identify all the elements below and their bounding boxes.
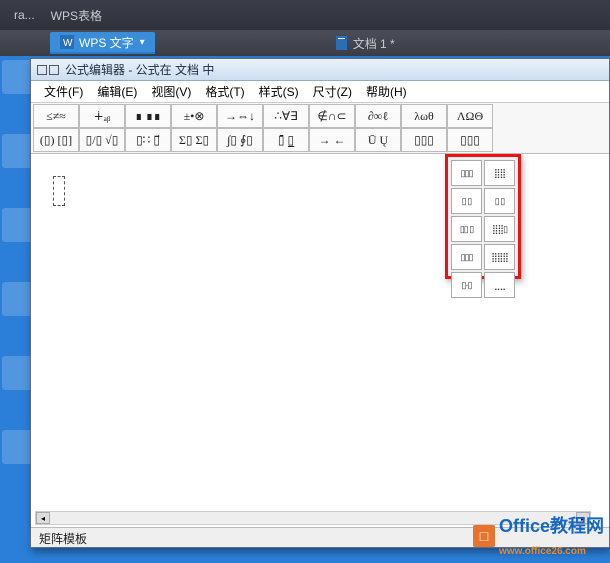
toolbar-row-1: ≤≠≈ ∔ₐᵦ ∎ ∎∎ ±•⊗ →⇔↓ ∴∀∃ ∉∩⊂ ∂∞ℓ λωθ ΛΩΘ — [33, 104, 607, 128]
menu-bar: 文件(F) 编辑(E) 视图(V) 格式(T) 样式(S) 尺寸(Z) 帮助(H… — [31, 81, 609, 103]
tool-labeled-arrows[interactable]: → ← — [309, 128, 355, 152]
tool-relational[interactable]: ≤≠≈ — [33, 104, 79, 128]
tool-misc[interactable]: ∂∞ℓ — [355, 104, 401, 128]
scroll-left-button[interactable]: ◂ — [36, 512, 50, 524]
document-title: 文档 1 * — [335, 35, 395, 52]
matrix-option[interactable]: ⣿⣿⣿ — [484, 244, 515, 270]
document-icon — [335, 36, 349, 50]
tool-greek-lower[interactable]: λωθ — [401, 104, 447, 128]
matrix-option[interactable]: ⣀⣀ — [484, 272, 515, 298]
matrix-option[interactable]: ▯▯▯ — [451, 244, 482, 270]
wps-word-icon: W — [60, 35, 74, 49]
tool-matrix-template[interactable]: ▯▯▯ — [401, 128, 447, 152]
watermark-logo: □ Office教程网 www.office26.com — [473, 512, 604, 559]
menu-style[interactable]: 样式(S) — [252, 81, 306, 102]
equation-editor-window: 公式编辑器 - 公式在 文档 中 文件(F) 编辑(E) 视图(V) 格式(T)… — [30, 58, 610, 548]
tool-sum[interactable]: Σ▯ Σ▯ — [171, 128, 217, 152]
wps-tab-row: W WPS 文字 ▾ 文档 1 * — [0, 30, 610, 56]
tool-greek-upper[interactable]: ΛΩΘ — [447, 104, 493, 128]
office-logo-icon: □ — [473, 525, 495, 547]
title-bar[interactable]: 公式编辑器 - 公式在 文档 中 — [31, 59, 609, 81]
tool-embellish[interactable]: ∎ ∎∎ — [125, 104, 171, 128]
matrix-option[interactable]: ▯▯ ▯ — [451, 216, 482, 242]
matrix-option[interactable]: ⣿⣿ — [484, 160, 515, 186]
tool-subsup[interactable]: ▯∷ ▯⃗ — [125, 128, 171, 152]
menu-help[interactable]: 帮助(H) — [359, 81, 414, 102]
taskbar-item[interactable]: ra... — [6, 8, 43, 22]
tool-overunder[interactable]: ▯̄ ▯̲ — [263, 128, 309, 152]
tool-fences[interactable]: (▯) [▯] — [33, 128, 79, 152]
symbol-toolbar: ≤≠≈ ∔ₐᵦ ∎ ∎∎ ±•⊗ →⇔↓ ∴∀∃ ∉∩⊂ ∂∞ℓ λωθ ΛΩΘ… — [31, 103, 609, 154]
tool-integral[interactable]: ∫▯ ∮▯ — [217, 128, 263, 152]
chevron-down-icon: ▾ — [140, 37, 145, 48]
matrix-option[interactable]: ▯ ▯ — [484, 188, 515, 214]
tool-logic[interactable]: ∴∀∃ — [263, 104, 309, 128]
titlebar-sys-icons — [37, 65, 59, 75]
svg-text:W: W — [63, 38, 73, 49]
tool-arrows[interactable]: →⇔↓ — [217, 104, 263, 128]
status-text: 矩阵模板 — [39, 532, 87, 546]
wps-active-tab[interactable]: W WPS 文字 ▾ — [50, 32, 155, 54]
matrix-template-dropdown: ▯▯▯ ⣿⣿ ▯ ▯ ▯ ▯ ▯▯ ▯ ⣿⣿▯ ▯▯▯ ⣿⣿⣿ ▯·▯ ⣀⣀ — [445, 154, 521, 279]
menu-edit[interactable]: 编辑(E) — [90, 81, 144, 102]
matrix-option[interactable]: ⣿⣿▯ — [484, 216, 515, 242]
document-title-text: 文档 1 * — [353, 35, 395, 52]
tool-products[interactable]: Ū Ų — [355, 128, 401, 152]
tool-matrix-template-2[interactable]: ▯▯▯ — [447, 128, 493, 152]
system-taskbar: ra... WPS表格 — [0, 0, 610, 30]
matrix-option[interactable]: ▯·▯ — [451, 272, 482, 298]
menu-file[interactable]: 文件(F) — [37, 81, 90, 102]
menu-size[interactable]: 尺寸(Z) — [306, 81, 359, 102]
watermark-url: www.office26.com — [499, 546, 586, 557]
equation-canvas[interactable]: ▯▯▯ ⣿⣿ ▯ ▯ ▯ ▯ ▯▯ ▯ ⣿⣿▯ ▯▯▯ ⣿⣿⣿ ▯·▯ ⣀⣀ — [31, 154, 609, 534]
window-title: 公式编辑器 - 公式在 文档 中 — [65, 61, 214, 78]
matrix-option[interactable]: ▯▯▯ — [451, 160, 482, 186]
tool-set[interactable]: ∉∩⊂ — [309, 104, 355, 128]
tool-spacing[interactable]: ∔ₐᵦ — [79, 104, 125, 128]
watermark-brand: Office — [499, 516, 550, 536]
tool-fraction[interactable]: ▯/▯ √▯ — [79, 128, 125, 152]
equation-placeholder[interactable] — [53, 176, 65, 206]
watermark-suffix: 教程网 — [550, 516, 604, 536]
matrix-option[interactable]: ▯ ▯ — [451, 188, 482, 214]
menu-view[interactable]: 视图(V) — [144, 81, 198, 102]
tool-operators[interactable]: ±•⊗ — [171, 104, 217, 128]
menu-format[interactable]: 格式(T) — [198, 81, 251, 102]
taskbar-item[interactable]: WPS表格 — [43, 7, 110, 24]
toolbar-row-2: (▯) [▯] ▯/▯ √▯ ▯∷ ▯⃗ Σ▯ Σ▯ ∫▯ ∮▯ ▯̄ ▯̲ →… — [33, 128, 607, 152]
wps-tab-label: WPS 文字 — [79, 34, 134, 51]
